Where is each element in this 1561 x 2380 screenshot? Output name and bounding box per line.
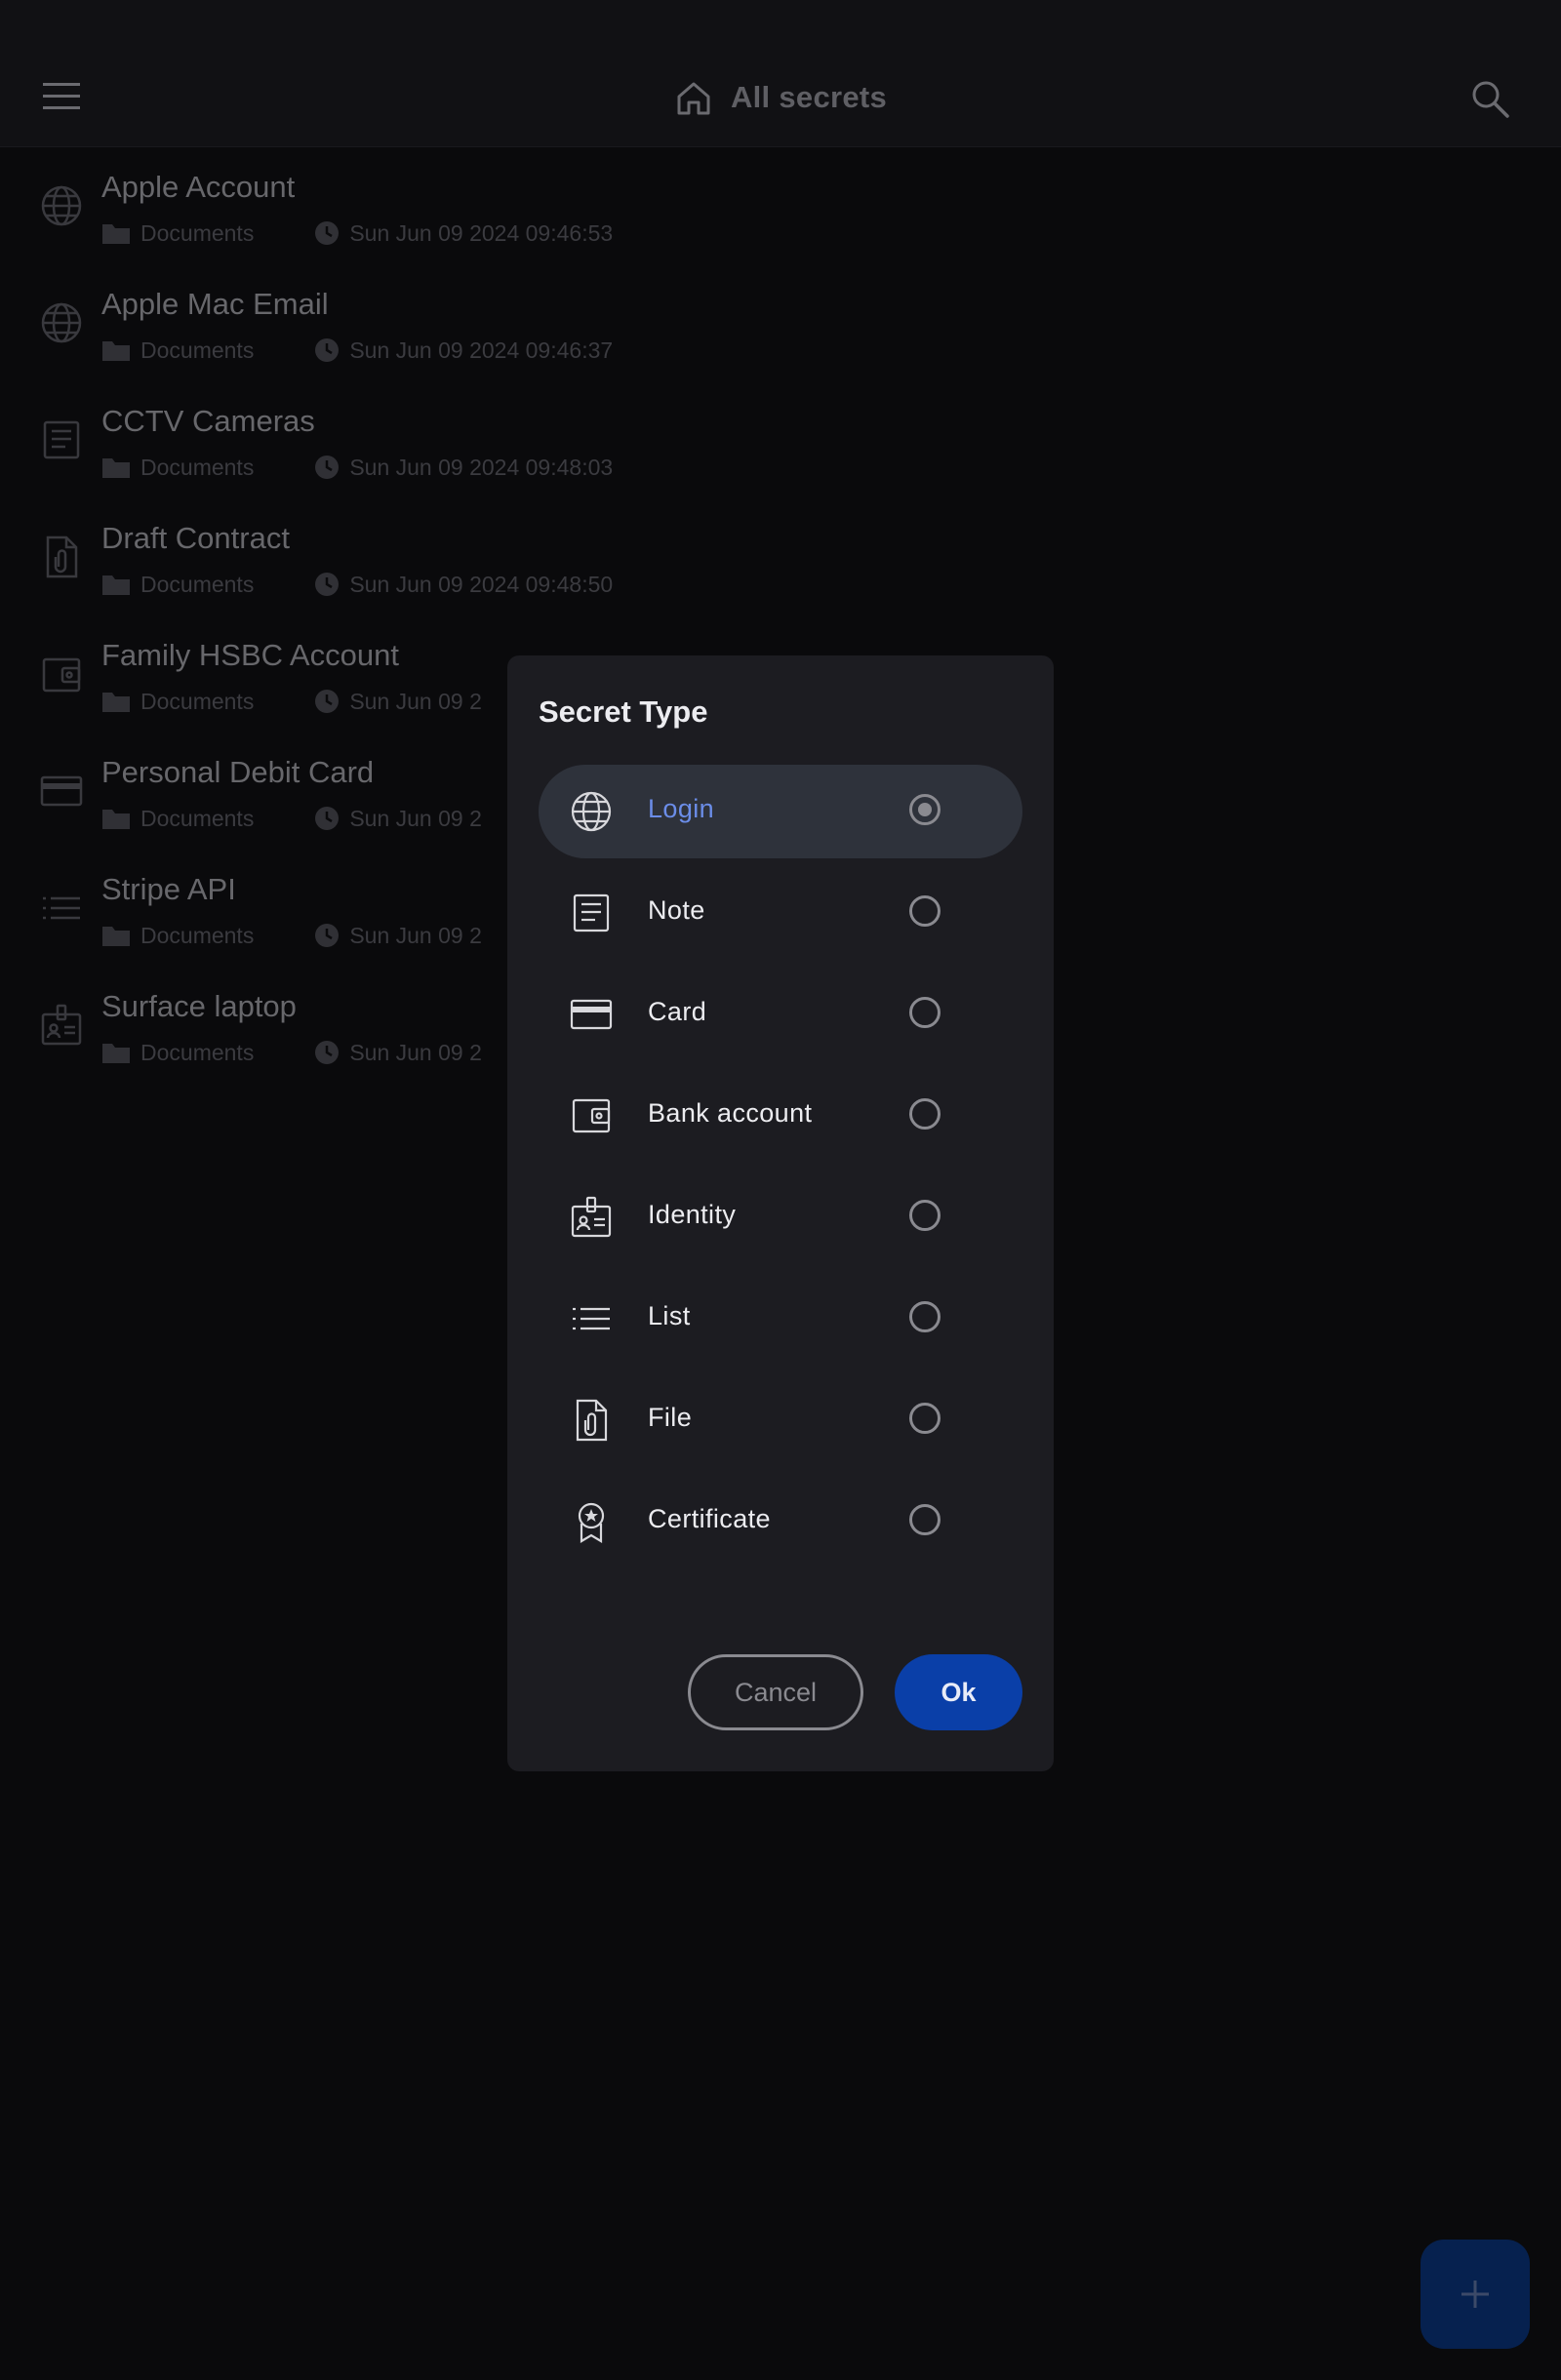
credit-card-icon <box>570 999 613 1030</box>
radio-button[interactable] <box>909 1403 941 1434</box>
option-label: Card <box>648 997 707 1026</box>
list-icon <box>573 1307 610 1330</box>
radio-button[interactable] <box>909 1301 941 1332</box>
radio-button[interactable] <box>909 1504 941 1535</box>
certificate-icon <box>578 1502 605 1543</box>
option-label: Login <box>648 794 715 823</box>
cancel-button[interactable]: Cancel <box>688 1654 863 1730</box>
option-certificate[interactable]: Certificate <box>539 1475 1022 1568</box>
id-badge-icon <box>571 1196 612 1238</box>
radio-button[interactable] <box>909 895 941 927</box>
option-label: Note <box>648 895 705 925</box>
option-label: Certificate <box>648 1504 771 1533</box>
dialog-title: Secret Type <box>539 694 708 729</box>
secret-type-options: Login Note Card Bank account Identity Li… <box>539 765 1022 1576</box>
secret-type-dialog: Secret Type Login Note Card Bank account… <box>507 655 1054 1771</box>
file-attachment-icon <box>576 1399 608 1442</box>
option-bank-account[interactable]: Bank account <box>539 1069 1022 1163</box>
note-icon <box>573 893 610 932</box>
option-list[interactable]: List <box>539 1272 1022 1366</box>
option-label: Identity <box>648 1200 737 1229</box>
option-identity[interactable]: Identity <box>539 1170 1022 1264</box>
radio-button[interactable] <box>909 1098 941 1130</box>
globe-icon <box>571 791 612 832</box>
option-label: Bank account <box>648 1098 813 1128</box>
radio-button[interactable] <box>909 997 941 1028</box>
radio-button[interactable] <box>909 1200 941 1231</box>
radio-button[interactable] <box>909 794 941 825</box>
option-card[interactable]: Card <box>539 968 1022 1061</box>
option-note[interactable]: Note <box>539 866 1022 960</box>
ok-button[interactable]: Ok <box>895 1654 1022 1730</box>
option-label: File <box>648 1403 693 1432</box>
wallet-icon <box>572 1098 611 1133</box>
option-file[interactable]: File <box>539 1373 1022 1467</box>
option-login[interactable]: Login <box>539 765 1022 858</box>
option-label: List <box>648 1301 691 1330</box>
